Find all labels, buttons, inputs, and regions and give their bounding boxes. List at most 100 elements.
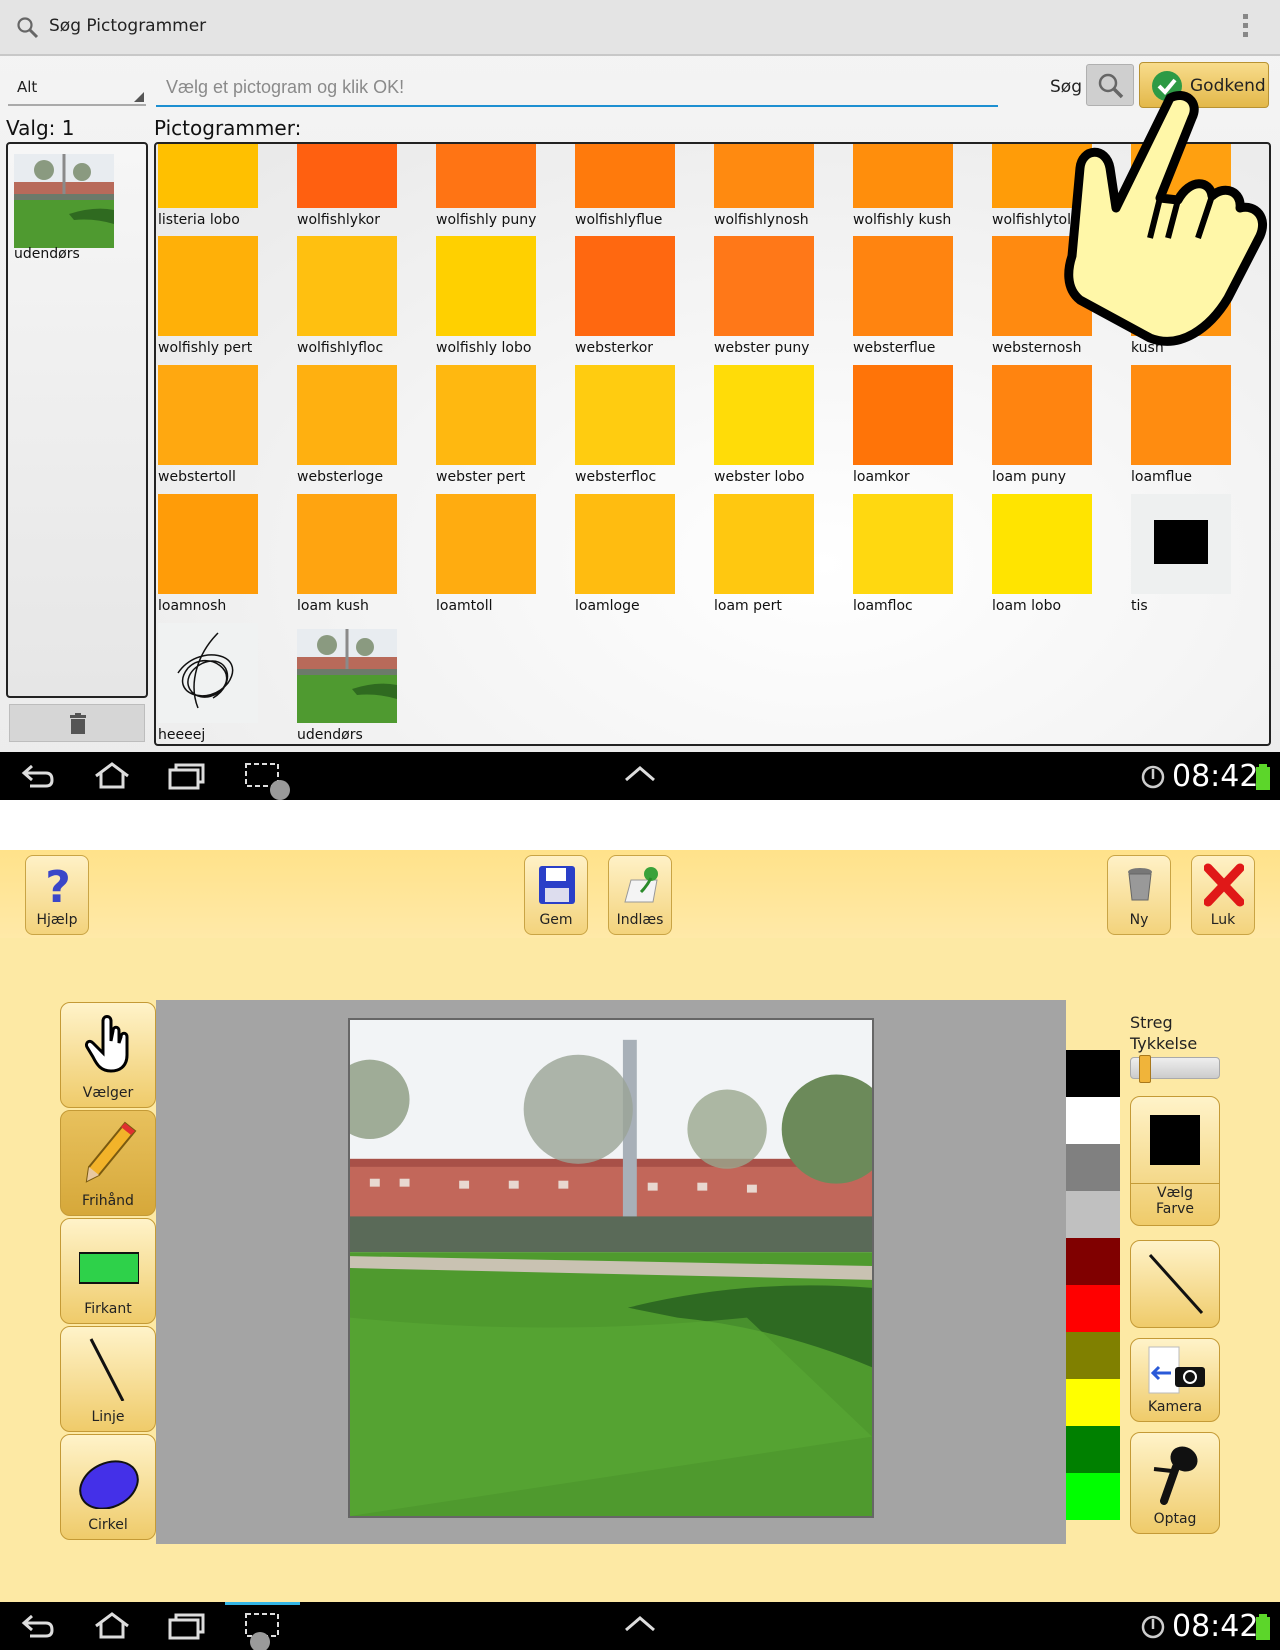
editor-toolbar: ? Hjælp Gem Indlæs Ny Luk	[0, 850, 1280, 938]
overflow-menu-icon[interactable]	[1240, 14, 1250, 42]
color-pictogram-swatch	[297, 236, 397, 336]
camera-button[interactable]: Kamera	[1130, 1338, 1220, 1422]
pictogram-tile[interactable]: websterflue	[851, 236, 981, 361]
palette-color-swatch[interactable]	[1066, 1285, 1120, 1332]
rectangle-tool-label: Firkant	[84, 1301, 132, 1317]
pictogram-label: wolfishlyflue	[575, 212, 663, 228]
remove-selection-button[interactable]	[9, 704, 145, 742]
pictogram-tile[interactable]: webster puny	[712, 236, 842, 361]
palette-color-swatch[interactable]	[1066, 1050, 1120, 1097]
chevron-up-icon[interactable]	[624, 764, 656, 784]
palette-color-swatch[interactable]	[1066, 1332, 1120, 1379]
pictogram-tile[interactable]: udendørs	[295, 623, 425, 744]
new-button[interactable]: Ny	[1107, 855, 1171, 935]
color-pictogram-swatch	[575, 365, 675, 465]
action-bar: Søg Pictogrammer	[0, 0, 1280, 56]
pictogram-tile[interactable]: webstertoll	[156, 365, 286, 490]
help-button[interactable]: ? Hjælp	[25, 855, 89, 935]
pictogram-tile[interactable]: websterloge	[295, 365, 425, 490]
category-filter-dropdown[interactable]: Alt	[8, 70, 146, 106]
pictogram-label: heeeej	[158, 727, 206, 743]
pictogram-tile[interactable]: webster pert	[434, 365, 564, 490]
pictogram-label: websterloge	[297, 469, 384, 485]
pictogram-tile[interactable]: heeeej	[156, 623, 286, 744]
pictogram-tile[interactable]: loamkor	[851, 365, 981, 490]
clock: 08:42	[1172, 1609, 1259, 1644]
line-tool[interactable]: Linje	[60, 1326, 156, 1432]
palette-color-swatch[interactable]	[1066, 1191, 1120, 1238]
stroke-width-slider[interactable]	[1130, 1055, 1220, 1083]
color-pictogram-swatch	[714, 365, 814, 465]
pictogram-tile[interactable]: wolfishlynosh	[712, 144, 842, 233]
pictogram-tile[interactable]: wolfishlyflue	[573, 144, 703, 233]
pictogram-tile[interactable]: loam kush	[295, 494, 425, 619]
pictogram-tile[interactable]: loamflue	[1129, 365, 1259, 490]
save-button[interactable]: Gem	[524, 855, 588, 935]
record-button[interactable]: Optag	[1130, 1432, 1220, 1534]
color-pictogram-swatch	[853, 494, 953, 594]
pictogram-label: websterflue	[853, 340, 936, 356]
home-icon[interactable]	[92, 760, 132, 790]
color-pictogram-swatch	[436, 144, 536, 208]
pictogram-tile[interactable]: wolfishly kush	[851, 144, 981, 233]
outdoor-photo-pictogram	[297, 623, 397, 723]
color-pictogram-swatch	[853, 236, 953, 336]
pictogram-label: loamloge	[575, 598, 640, 614]
pictogram-tile[interactable]: wolfishly puny	[434, 144, 564, 233]
rectangle-tool[interactable]: Firkant	[60, 1218, 156, 1324]
recent-apps-icon[interactable]	[168, 1612, 206, 1640]
pictogram-tile[interactable]: wolfishly pert	[156, 236, 286, 361]
palette-color-swatch[interactable]	[1066, 1144, 1120, 1191]
load-button[interactable]: Indlæs	[608, 855, 672, 935]
pictogram-tile[interactable]: tis	[1129, 494, 1259, 619]
chevron-up-icon[interactable]	[624, 1614, 656, 1634]
selected-item[interactable]: udendørs	[10, 148, 118, 264]
pictogram-tile[interactable]: loamloge	[573, 494, 703, 619]
recent-apps-icon[interactable]	[168, 762, 206, 790]
palette-color-swatch[interactable]	[1066, 1426, 1120, 1473]
palette-color-swatch[interactable]	[1066, 1379, 1120, 1426]
color-pictogram-swatch	[297, 144, 397, 208]
microphone-icon	[1153, 1446, 1198, 1505]
pictogram-tile[interactable]: wolfishlykor	[295, 144, 425, 233]
pictogram-tile[interactable]: loam puny	[990, 365, 1120, 490]
slider-handle[interactable]	[1139, 1055, 1151, 1083]
pictogram-tile[interactable]: webster lobo	[712, 365, 842, 490]
line-style-button[interactable]	[1130, 1240, 1220, 1328]
search-input[interactable]	[156, 70, 998, 107]
screenshot-icon[interactable]	[244, 1610, 294, 1650]
battery-icon	[1256, 1614, 1270, 1640]
help-question-icon: ?	[45, 862, 71, 908]
pictogram-tile[interactable]: loamfloc	[851, 494, 981, 619]
pictogram-tile[interactable]: wolfishly lobo	[434, 236, 564, 361]
palette-color-swatch[interactable]	[1066, 1473, 1120, 1520]
pictogram-tile[interactable]: loam lobo	[990, 494, 1120, 619]
pictogram-tile[interactable]: loamnosh	[156, 494, 286, 619]
color-pictogram-swatch	[436, 365, 536, 465]
palette-color-swatch[interactable]	[1066, 1238, 1120, 1285]
screenshot-icon[interactable]	[244, 760, 294, 800]
palette-color-swatch[interactable]	[1066, 1097, 1120, 1144]
pictogram-tile[interactable]: websterfloc	[573, 365, 703, 490]
selection-count-label: Valg: 1	[6, 116, 75, 140]
select-tool[interactable]: Vælger	[60, 1002, 156, 1108]
floppy-disk-icon	[539, 866, 575, 904]
choose-color-button[interactable]: Vælg Farve	[1130, 1096, 1220, 1226]
canvas-photo[interactable]	[348, 1018, 874, 1518]
home-icon[interactable]	[92, 1610, 132, 1640]
pictogram-label: loam lobo	[992, 598, 1062, 614]
back-icon[interactable]	[20, 1612, 56, 1640]
freehand-tool[interactable]: Frihånd	[60, 1110, 156, 1216]
color-pictogram-swatch	[575, 236, 675, 336]
close-button[interactable]: Luk	[1191, 855, 1255, 935]
pictogram-tile[interactable]: loam pert	[712, 494, 842, 619]
pictogram-tile[interactable]: loamtoll	[434, 494, 564, 619]
pictogram-tile[interactable]: websterkor	[573, 236, 703, 361]
sync-status-icon	[1141, 765, 1165, 789]
pictogram-tile[interactable]: wolfishlyfloc	[295, 236, 425, 361]
pencil-icon	[85, 1121, 137, 1183]
back-icon[interactable]	[20, 762, 56, 790]
circle-tool[interactable]: Cirkel	[60, 1434, 156, 1540]
load-button-label: Indlæs	[616, 912, 664, 928]
pictogram-tile[interactable]: listeria lobo	[156, 144, 286, 233]
